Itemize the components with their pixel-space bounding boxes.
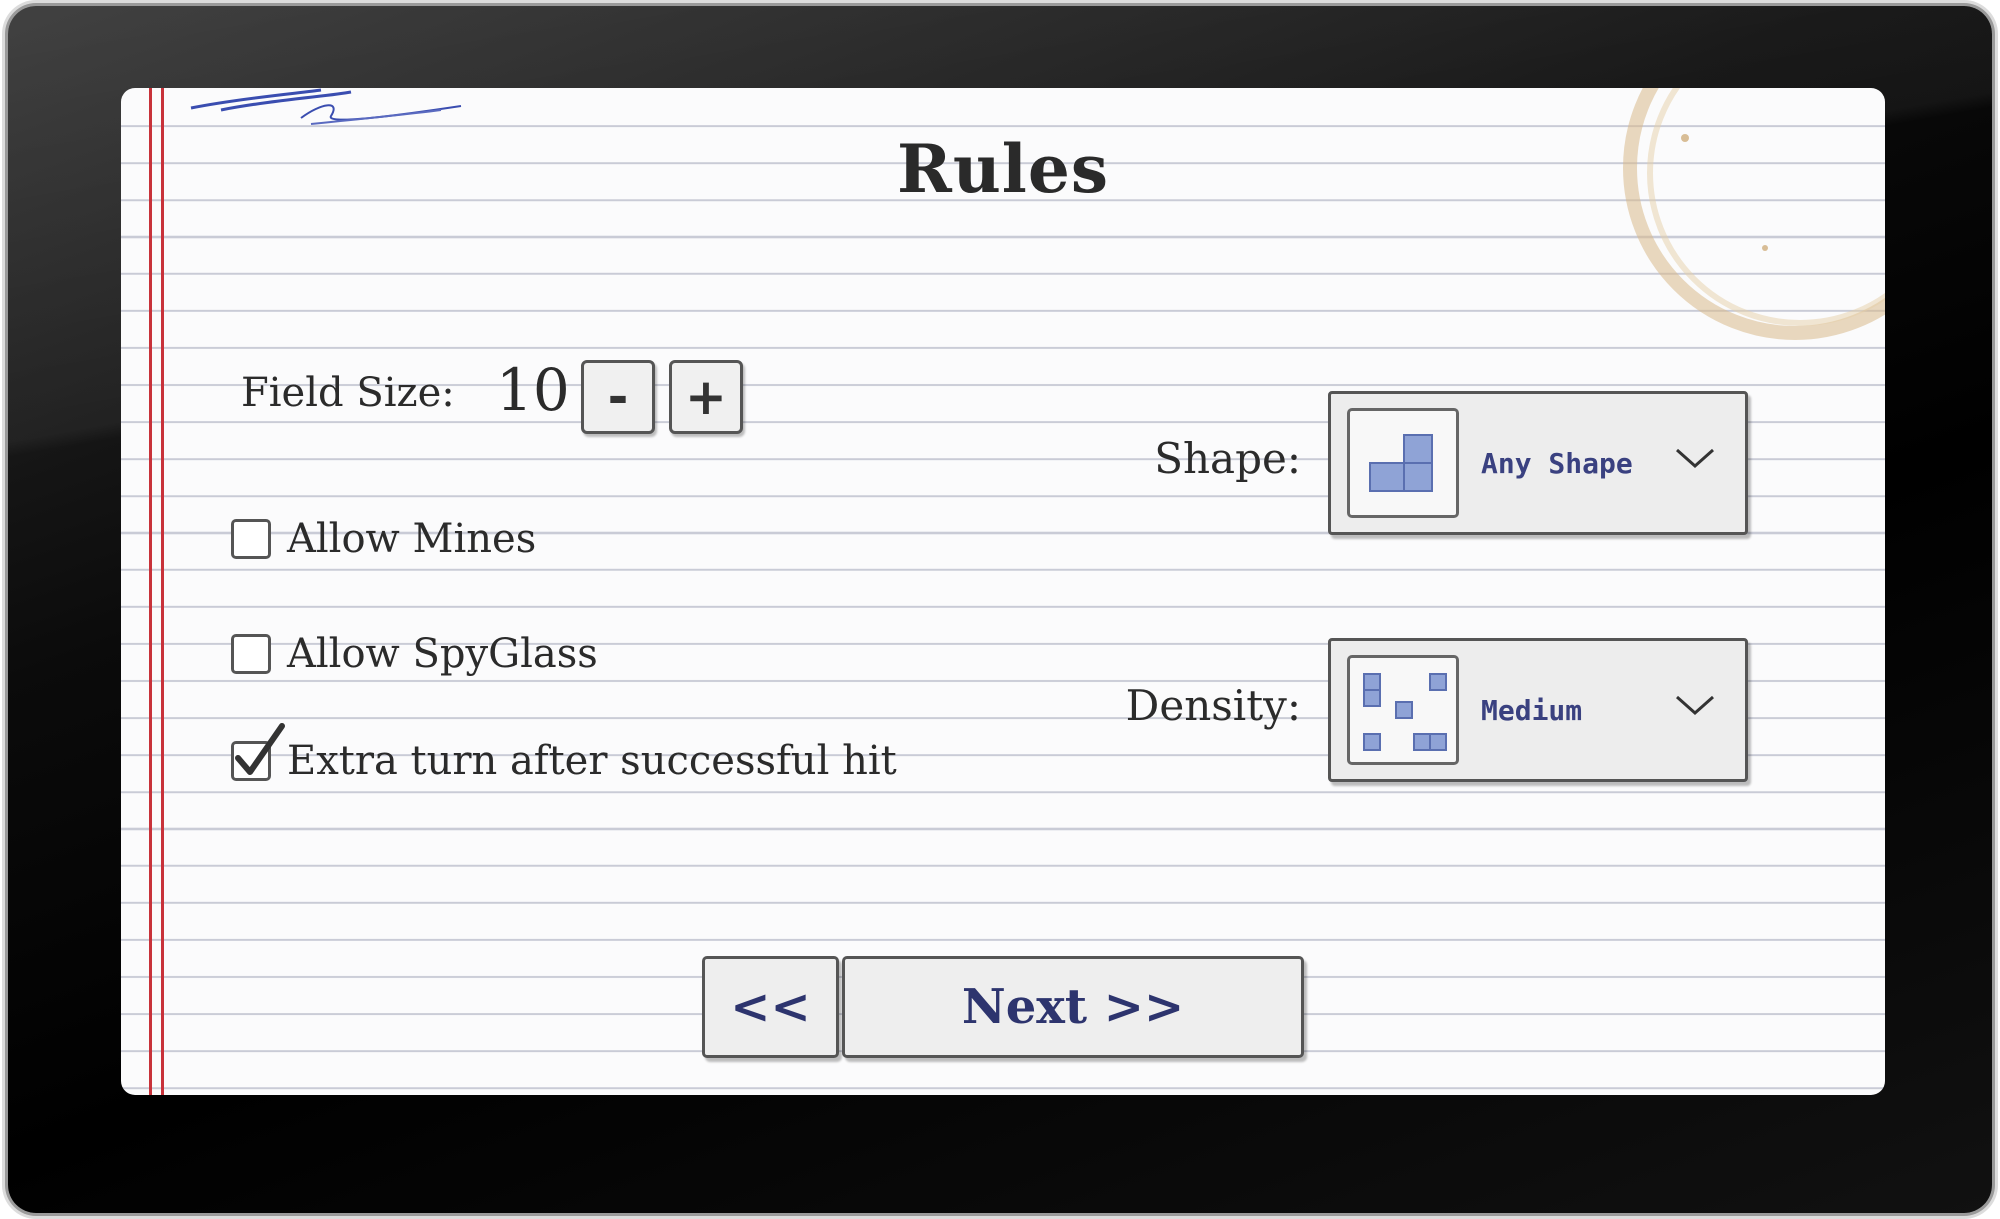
allow-spyglass-checkbox[interactable] (231, 634, 271, 674)
shape-select[interactable]: Any Shape (1328, 391, 1748, 535)
paper-screen: Rules Field Size: 10 - + Allow Mines All… (121, 88, 1885, 1095)
page-title: Rules (896, 130, 1110, 208)
field-size-value: 10 (496, 356, 570, 424)
chevron-down-icon (1676, 695, 1714, 716)
allow-mines-checkbox[interactable] (231, 519, 271, 559)
density-value: Medium (1481, 693, 1583, 727)
shape-value: Any Shape (1481, 446, 1633, 480)
allow-spyglass-option[interactable]: Allow SpyGlass (231, 631, 598, 677)
density-select[interactable]: Medium (1328, 638, 1748, 782)
density-label: Density: (1125, 681, 1301, 730)
next-button[interactable]: Next >> (842, 956, 1304, 1058)
margin-line (149, 88, 152, 1095)
field-size-label: Field Size: (241, 370, 455, 416)
allow-mines-option[interactable]: Allow Mines (231, 516, 536, 562)
scatter-grid-icon (1347, 655, 1459, 765)
chevron-down-icon (1676, 448, 1714, 469)
tetromino-icon (1347, 408, 1459, 518)
extra-turn-label: Extra turn after successful hit (287, 738, 897, 784)
extra-turn-checkbox[interactable] (231, 723, 285, 781)
checkmark-icon (235, 723, 285, 775)
shape-label: Shape: (1154, 434, 1301, 483)
extra-turn-option[interactable]: Extra turn after successful hit (231, 723, 897, 784)
field-size-increment-button[interactable]: + (669, 360, 743, 434)
margin-line (161, 88, 164, 1095)
allow-mines-label: Allow Mines (287, 516, 537, 562)
field-size-decrement-button[interactable]: - (581, 360, 655, 434)
allow-spyglass-label: Allow SpyGlass (287, 631, 598, 677)
back-button[interactable]: << (702, 956, 839, 1058)
